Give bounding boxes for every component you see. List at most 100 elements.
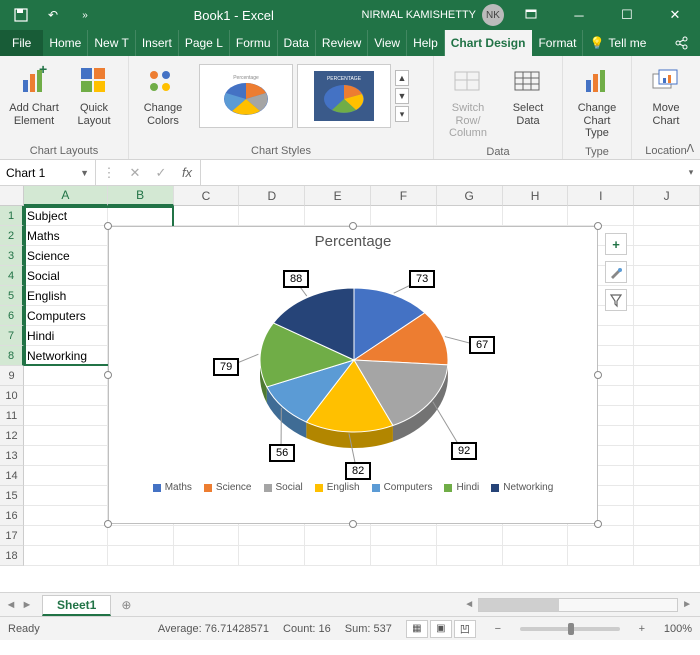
tab-help[interactable]: Help bbox=[407, 30, 445, 56]
cell[interactable] bbox=[24, 466, 108, 486]
cell[interactable] bbox=[634, 266, 700, 286]
chart-style-2[interactable]: PERCENTAGE bbox=[297, 64, 391, 128]
sheet-nav-next-icon[interactable]: ► bbox=[20, 599, 34, 611]
name-box-input[interactable] bbox=[6, 166, 76, 180]
cell[interactable] bbox=[634, 506, 700, 526]
cell[interactable] bbox=[24, 506, 108, 526]
cell[interactable] bbox=[239, 526, 305, 546]
cell[interactable] bbox=[634, 526, 700, 546]
cell[interactable] bbox=[634, 446, 700, 466]
legend-item[interactable]: Science bbox=[204, 482, 252, 493]
cell[interactable] bbox=[108, 526, 174, 546]
cell[interactable] bbox=[568, 526, 634, 546]
cell[interactable] bbox=[634, 226, 700, 246]
cell[interactable] bbox=[634, 246, 700, 266]
zoom-out-button[interactable]: − bbox=[490, 623, 506, 635]
row-header[interactable]: 17 bbox=[0, 526, 24, 546]
data-label[interactable]: 88 bbox=[283, 270, 309, 288]
cell[interactable]: Networking bbox=[24, 346, 108, 366]
cell[interactable] bbox=[24, 546, 108, 566]
zoom-slider[interactable] bbox=[520, 627, 620, 631]
cell[interactable] bbox=[634, 306, 700, 326]
qat-more-icon[interactable]: » bbox=[72, 2, 98, 28]
chart-elements-button[interactable]: + bbox=[605, 233, 627, 255]
chart-title[interactable]: Percentage bbox=[109, 233, 597, 250]
cell[interactable] bbox=[239, 206, 305, 226]
cell[interactable]: Social bbox=[24, 266, 108, 286]
col-header[interactable]: E bbox=[305, 186, 371, 206]
cell[interactable] bbox=[24, 426, 108, 446]
row-header[interactable]: 9 bbox=[0, 366, 24, 386]
row-header[interactable]: 7 bbox=[0, 326, 24, 346]
col-header[interactable]: H bbox=[503, 186, 569, 206]
cell[interactable] bbox=[437, 206, 503, 226]
cell[interactable] bbox=[305, 206, 371, 226]
undo-icon[interactable]: ↶ bbox=[40, 2, 66, 28]
tab-file[interactable]: File bbox=[0, 30, 43, 56]
cell[interactable] bbox=[24, 526, 108, 546]
cell[interactable]: Hindi bbox=[24, 326, 108, 346]
zoom-in-button[interactable]: + bbox=[634, 623, 650, 635]
tab-new-t[interactable]: New T bbox=[88, 30, 135, 56]
resize-handle[interactable] bbox=[594, 520, 602, 528]
tab-data[interactable]: Data bbox=[278, 30, 316, 56]
cell[interactable] bbox=[634, 406, 700, 426]
user-avatar[interactable]: NK bbox=[482, 4, 504, 26]
cell[interactable] bbox=[174, 206, 240, 226]
resize-handle[interactable] bbox=[104, 222, 112, 230]
cell[interactable] bbox=[503, 526, 569, 546]
cell[interactable] bbox=[24, 406, 108, 426]
cell[interactable] bbox=[108, 546, 174, 566]
cell[interactable]: Computers bbox=[24, 306, 108, 326]
tab-review[interactable]: Review bbox=[316, 30, 368, 56]
tab-page-l[interactable]: Page L bbox=[179, 30, 230, 56]
tab-insert[interactable]: Insert bbox=[136, 30, 179, 56]
close-button[interactable]: ✕ bbox=[654, 0, 696, 30]
save-icon[interactable] bbox=[8, 2, 34, 28]
legend-item[interactable]: Maths bbox=[153, 482, 192, 493]
data-label[interactable]: 82 bbox=[345, 462, 371, 480]
cell[interactable] bbox=[24, 486, 108, 506]
cell[interactable] bbox=[634, 546, 700, 566]
resize-handle[interactable] bbox=[594, 222, 602, 230]
row-header[interactable]: 12 bbox=[0, 426, 24, 446]
tab-home[interactable]: Home bbox=[43, 30, 88, 56]
cell[interactable] bbox=[634, 346, 700, 366]
pie-chart[interactable] bbox=[109, 250, 599, 480]
tab-view[interactable]: View bbox=[368, 30, 407, 56]
cell[interactable]: Maths bbox=[24, 226, 108, 246]
cell[interactable] bbox=[371, 526, 437, 546]
cell[interactable] bbox=[24, 386, 108, 406]
row-header[interactable]: 3 bbox=[0, 246, 24, 266]
col-header[interactable]: F bbox=[371, 186, 437, 206]
tab-chart-design[interactable]: Chart Design bbox=[445, 30, 533, 56]
row-header[interactable]: 14 bbox=[0, 466, 24, 486]
row-header[interactable]: 15 bbox=[0, 486, 24, 506]
chart-filters-button[interactable] bbox=[605, 289, 627, 311]
row-header[interactable]: 16 bbox=[0, 506, 24, 526]
cell[interactable] bbox=[174, 546, 240, 566]
cell[interactable] bbox=[108, 206, 174, 226]
change-colors-button[interactable]: Change Colors bbox=[135, 60, 191, 131]
sheet-nav-prev-icon[interactable]: ◄ bbox=[4, 599, 18, 611]
cell[interactable] bbox=[634, 486, 700, 506]
chart-style-1[interactable]: Percentage bbox=[199, 64, 293, 128]
legend-item[interactable]: English bbox=[315, 482, 360, 493]
tab-formu[interactable]: Formu bbox=[230, 30, 278, 56]
name-box-dropdown-icon[interactable]: ▼ bbox=[80, 168, 89, 178]
quick-layout-button[interactable]: Quick Layout bbox=[66, 60, 122, 131]
legend-item[interactable]: Computers bbox=[372, 482, 433, 493]
cell[interactable] bbox=[634, 426, 700, 446]
new-sheet-button[interactable]: ⊕ bbox=[115, 594, 137, 616]
formula-input[interactable] bbox=[201, 160, 682, 185]
zoom-level[interactable]: 100% bbox=[664, 623, 692, 635]
enter-icon[interactable]: ✓ bbox=[148, 160, 174, 185]
row-header[interactable]: 13 bbox=[0, 446, 24, 466]
ribbon-options-icon[interactable] bbox=[510, 0, 552, 30]
gallery-up-icon[interactable]: ▲ bbox=[395, 70, 409, 86]
add-chart-element-button[interactable]: + Add Chart Element bbox=[6, 60, 62, 131]
move-chart-button[interactable]: Move Chart bbox=[638, 60, 694, 131]
legend-item[interactable]: Networking bbox=[491, 482, 553, 493]
col-header[interactable]: C bbox=[174, 186, 240, 206]
cell[interactable] bbox=[568, 546, 634, 566]
